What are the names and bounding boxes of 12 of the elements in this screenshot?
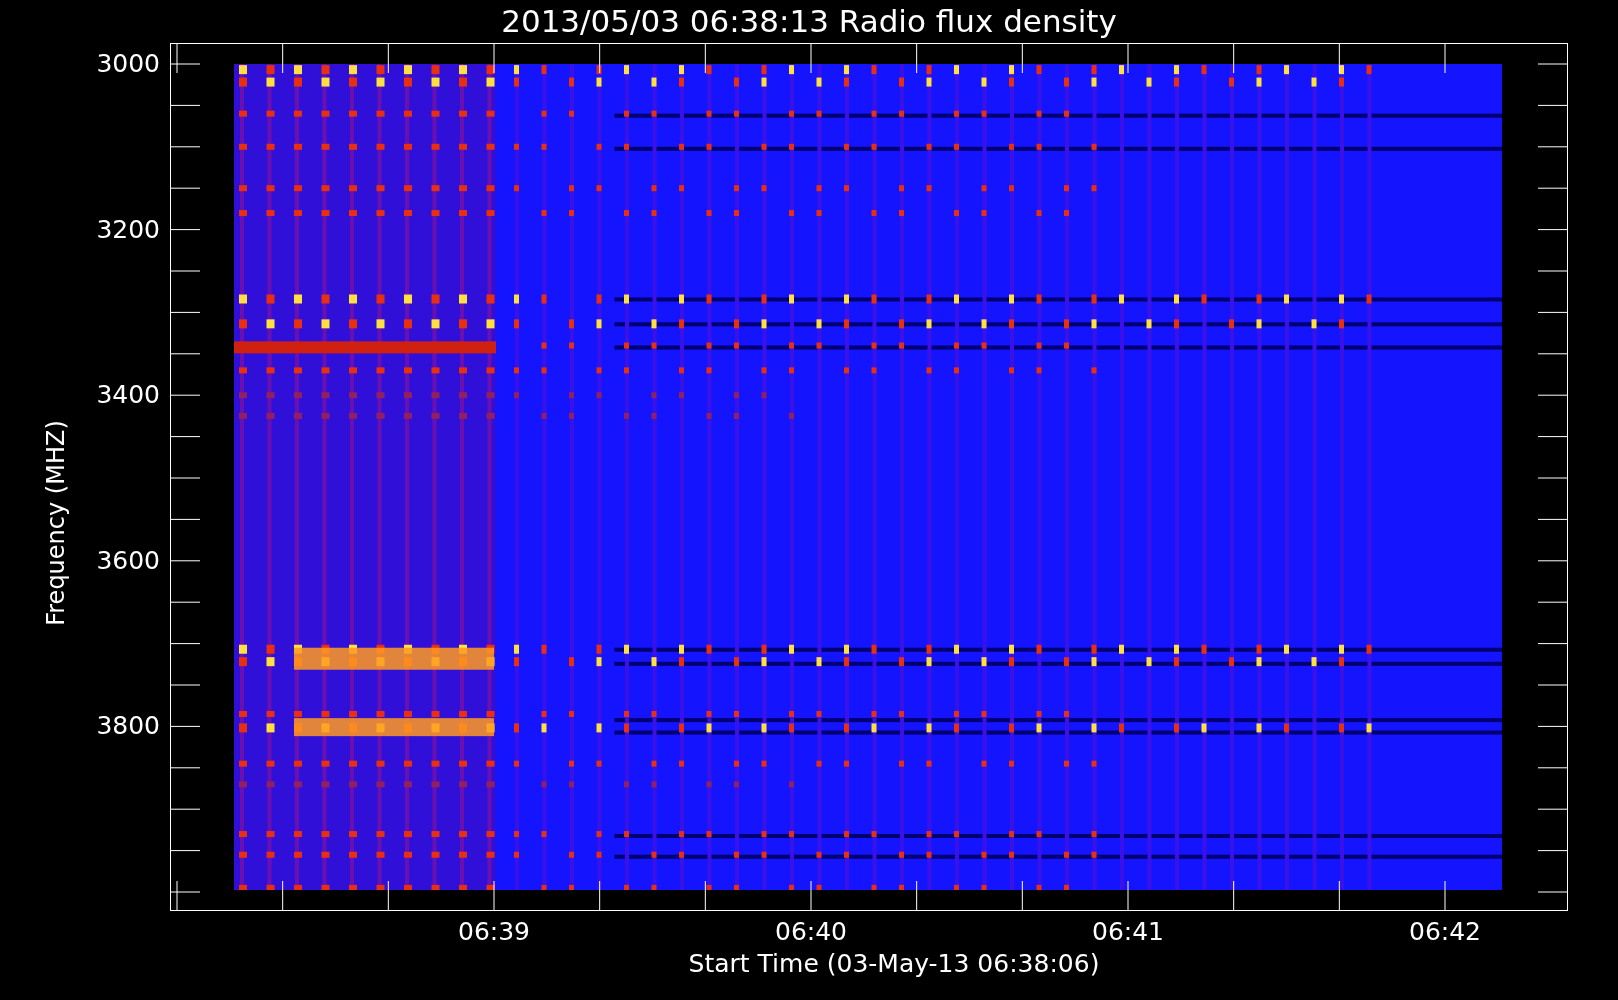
- y-tick-label: 3200: [96, 216, 160, 242]
- x-tick-label: 06:42: [1409, 919, 1481, 944]
- chart-title: 2013/05/03 06:38:13 Radio flux density: [501, 6, 1117, 37]
- y-axis-label: Frequency (MHZ): [44, 420, 68, 626]
- x-axis-label: Start Time (03-May-13 06:38:06): [688, 951, 1100, 976]
- y-tick-label: 3400: [96, 382, 160, 408]
- x-tick-label: 06:41: [1092, 919, 1164, 944]
- x-tick-label: 06:39: [458, 919, 530, 944]
- y-tick-label: 3000: [96, 51, 160, 76]
- x-tick-label: 06:40: [775, 919, 847, 944]
- y-tick-label: 3600: [96, 547, 160, 573]
- y-tick-label: 3800: [96, 713, 160, 739]
